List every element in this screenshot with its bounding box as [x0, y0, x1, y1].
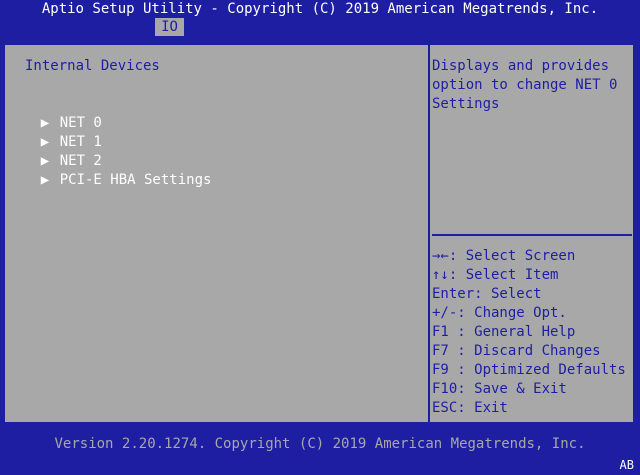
key-hint-enter: Enter: Select — [432, 286, 542, 302]
tab-io[interactable]: IO — [155, 18, 184, 36]
help-text-line: Displays and provides — [432, 58, 610, 74]
window-title: Aptio Setup Utility - Copyright (C) 2019… — [41, 1, 599, 17]
main-panel: Internal Devices ▶ NET 0 ▶ NET 1 ▶ NET 2 ▶ P… — [3, 43, 635, 424]
key-hint-select-screen: →←: Select Screen — [432, 248, 576, 264]
footer-version: Version 2.20.1274. Copyright (C) 2019 Am… — [54, 436, 586, 452]
key-hint-optimized-defaults: F9 : Optimized Defaults — [432, 362, 626, 378]
key-hint-discard-changes: F7 : Discard Changes — [432, 343, 601, 359]
panel-divider — [428, 45, 430, 422]
key-hint-general-help: F1 : General Help — [432, 324, 576, 340]
corner-label: AB — [619, 458, 634, 472]
help-text-line: option to change NET 0 — [432, 77, 618, 93]
key-hint-save-exit: F10: Save & Exit — [432, 381, 567, 397]
submenu-arrow-icon: ▶ — [40, 172, 50, 188]
help-text-line: Settings — [432, 96, 500, 112]
menu-item-label: PCI-E HBA Settings — [59, 172, 212, 188]
menu-item-pcie-hba-settings[interactable]: ▶ PCI-E HBA Settings — [7, 152, 212, 209]
key-hint-change-opt: +/-: Change Opt. — [432, 305, 567, 321]
key-hint-select-item: ↑↓: Select Item — [432, 267, 559, 283]
key-hint-exit: ESC: Exit — [432, 400, 508, 416]
help-divider — [432, 234, 632, 236]
section-title: Internal Devices — [25, 58, 160, 74]
